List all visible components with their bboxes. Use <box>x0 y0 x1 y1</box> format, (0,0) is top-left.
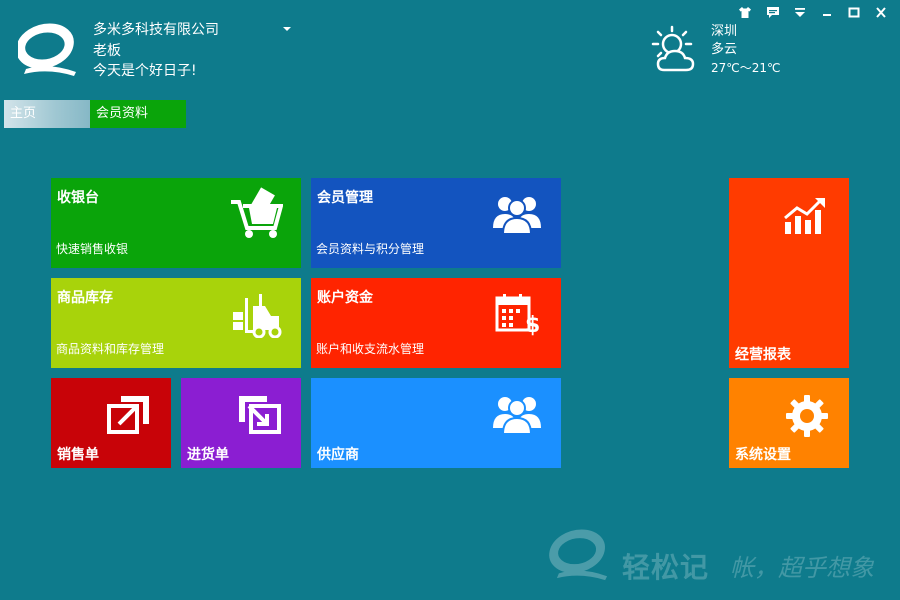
member-management-tile[interactable]: 会员管理 会员资料与积分管理 <box>311 178 561 268</box>
tile-title: 销售单 <box>57 447 99 463</box>
tile-subtitle: 账户和收支流水管理 <box>316 342 425 356</box>
tile-title: 进货单 <box>187 447 229 463</box>
weather-condition: 多云 <box>711 42 738 57</box>
tile-title: 供应商 <box>317 447 359 463</box>
chevron-down-icon[interactable] <box>281 23 293 35</box>
accounts-tile[interactable]: 账户资金 账户和收支流水管理 $ <box>311 278 561 368</box>
user-role: 老板 <box>93 43 121 59</box>
import-icon <box>239 396 281 434</box>
partly-cloudy-icon <box>651 25 695 72</box>
tile-subtitle: 会员资料与积分管理 <box>316 242 425 256</box>
weather-temperature: 27℃～21℃ <box>711 61 781 75</box>
purchase-order-tile[interactable]: 进货单 <box>181 378 301 468</box>
export-icon <box>107 396 149 434</box>
menu-icon[interactable] <box>791 4 809 20</box>
watermark-logo <box>549 529 608 581</box>
cashier-tile[interactable]: 收银台 快速销售收银 <box>51 178 301 268</box>
forklift-icon <box>233 294 282 338</box>
tile-subtitle: 商品资料和库存管理 <box>56 342 165 356</box>
svg-text:$: $ <box>525 313 539 336</box>
inventory-tile[interactable]: 商品库存 商品资料和库存管理 <box>51 278 301 368</box>
message-icon[interactable] <box>764 4 782 20</box>
chart-trend-icon <box>784 198 825 234</box>
app-logo <box>18 23 76 76</box>
tile-title: 收银台 <box>57 190 99 206</box>
gear-icon <box>786 395 828 437</box>
users-icon <box>493 397 541 434</box>
sales-order-tile[interactable]: 销售单 <box>51 378 171 468</box>
calendar-money-icon: $ <box>495 294 539 336</box>
users-icon <box>493 197 541 234</box>
watermark-brand: 轻松记 <box>622 551 710 584</box>
greeting-text: 今天是个好日子! <box>93 63 197 79</box>
tile-title: 账户资金 <box>317 290 373 306</box>
close-icon[interactable] <box>872 4 890 20</box>
skin-icon[interactable] <box>736 4 754 20</box>
tile-title: 会员管理 <box>317 190 373 206</box>
supplier-tile[interactable]: 供应商 <box>311 378 561 468</box>
tab-home[interactable]: 主页 <box>4 100 90 128</box>
weather-city: 深圳 <box>711 24 738 39</box>
minimize-icon[interactable] <box>818 4 836 20</box>
tab-member-info[interactable]: 会员资料 <box>90 100 186 128</box>
shopping-cart-icon <box>231 187 283 238</box>
tile-title: 系统设置 <box>735 447 791 463</box>
watermark-slogan: 帐，超乎想象 <box>730 554 874 582</box>
tile-title: 经营报表 <box>735 347 791 363</box>
maximize-icon[interactable] <box>845 4 863 20</box>
company-name: 多米多科技有限公司 <box>93 22 219 38</box>
business-reports-tile[interactable]: 经营报表 <box>729 178 849 368</box>
system-settings-tile[interactable]: 系统设置 <box>729 378 849 468</box>
tile-title: 商品库存 <box>57 290 113 306</box>
tile-subtitle: 快速销售收银 <box>56 242 129 256</box>
